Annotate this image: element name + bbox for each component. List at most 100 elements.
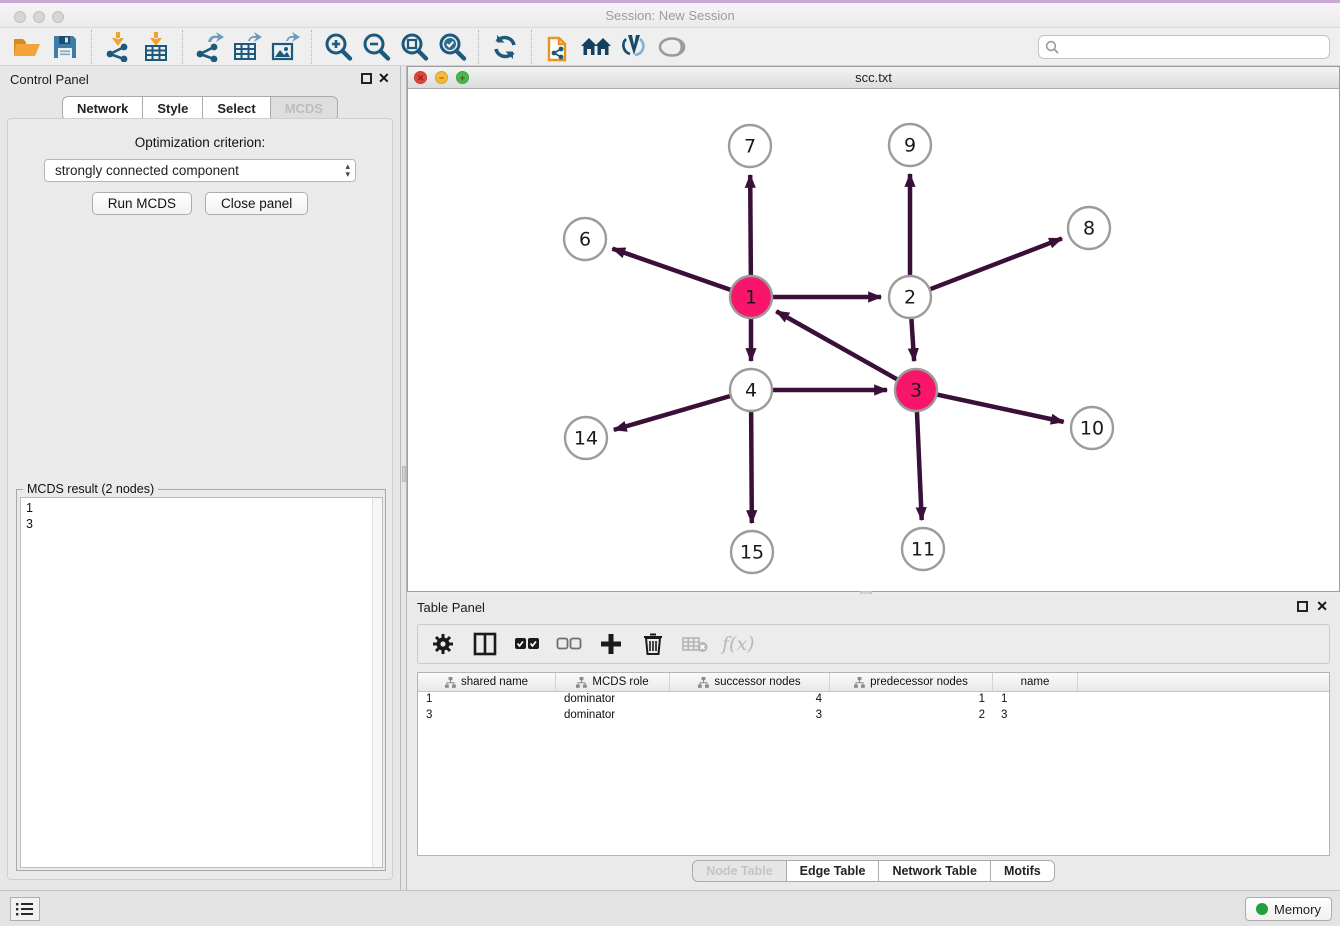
table-cell[interactable]: 3 (418, 708, 556, 724)
tab-node-table[interactable]: Node Table (692, 860, 786, 882)
tab-network-table[interactable]: Network Table (879, 860, 991, 882)
toolbar-separator (91, 30, 92, 64)
svg-text:8: 8 (1083, 218, 1095, 240)
graph-edge-2-3[interactable] (911, 319, 914, 361)
zoom-selected-icon[interactable] (435, 31, 469, 63)
search-input[interactable] (1038, 35, 1330, 59)
select-all-icon[interactable] (512, 629, 542, 659)
graph-node-14[interactable]: 14 (565, 417, 607, 459)
close-panel-icon[interactable]: ✕ (1316, 598, 1328, 614)
graph-edge-3-10[interactable] (938, 395, 1064, 422)
graph-edge-2-8[interactable] (931, 238, 1062, 289)
window-zoom-button[interactable] (52, 11, 64, 23)
table-cell[interactable]: dominator (556, 692, 670, 708)
show-hide-icon[interactable] (655, 31, 689, 63)
graph-node-9[interactable]: 9 (889, 124, 931, 166)
memory-label: Memory (1274, 902, 1321, 917)
close-panel-button[interactable]: Close panel (205, 192, 308, 215)
mcds-result-text[interactable]: 13 (20, 497, 383, 868)
deselect-all-icon[interactable] (554, 629, 584, 659)
window-close-button[interactable] (14, 11, 26, 23)
import-network-icon[interactable] (101, 31, 135, 63)
toolbar-separator (478, 30, 479, 64)
graph-edge-4-14[interactable] (614, 396, 730, 430)
refresh-icon[interactable] (488, 31, 522, 63)
export-table-icon[interactable] (230, 31, 264, 63)
network-file-icon[interactable] (541, 31, 575, 63)
table-header-row: shared name MCDS role successor nodesprede… (418, 673, 1329, 692)
open-session-icon[interactable] (10, 31, 44, 63)
window-minimize-button[interactable] (33, 11, 45, 23)
run-mcds-button[interactable]: Run MCDS (92, 192, 192, 215)
toolbar-separator (311, 30, 312, 64)
close-panel-icon[interactable]: ✕ (378, 70, 390, 86)
vizmapper-icon[interactable] (617, 31, 651, 63)
graph-edge-4-15[interactable] (751, 412, 752, 523)
optimization-criterion-label: Optimization criterion: (8, 135, 392, 150)
cyndex-home-icon[interactable] (579, 31, 613, 63)
table-row[interactable]: 1dominator411 (418, 692, 1329, 708)
table-row[interactable]: 3dominator323 (418, 708, 1329, 724)
float-panel-icon[interactable] (1297, 601, 1308, 612)
graph-node-4[interactable]: 4 (730, 369, 772, 411)
column-header-predecessor-nodes[interactable]: predecessor nodes (830, 673, 993, 691)
graph-node-2[interactable]: 2 (889, 276, 931, 318)
vertical-splitter-handle[interactable] (402, 466, 406, 482)
column-label: MCDS role (592, 676, 648, 688)
zoom-fit-icon[interactable] (397, 31, 431, 63)
graph-node-6[interactable]: 6 (564, 218, 606, 260)
network-minimize-button[interactable]: − (435, 71, 448, 84)
column-header-shared-name[interactable]: shared name (418, 673, 556, 691)
columns-icon[interactable] (470, 629, 500, 659)
gear-icon[interactable] (428, 629, 458, 659)
network-maximize-button[interactable]: + (456, 71, 469, 84)
result-scrollbar[interactable] (372, 498, 382, 867)
graph-node-7[interactable]: 7 (729, 125, 771, 167)
table-cell[interactable]: 2 (830, 708, 993, 724)
export-image-icon[interactable] (268, 31, 302, 63)
tab-edge-table[interactable]: Edge Table (787, 860, 880, 882)
chevron-up-down-icon: ▴▾ (345, 162, 350, 178)
delete-table-icon[interactable] (680, 629, 710, 659)
graph-node-10[interactable]: 10 (1071, 407, 1113, 449)
table-cell[interactable]: 4 (670, 692, 830, 708)
graph-edge-1-7[interactable] (750, 175, 751, 275)
network-canvas[interactable]: 7 9 6 8 1 2 4 3 14 10 15 11 (408, 89, 1339, 591)
graph-edge-3-1[interactable] (776, 311, 897, 379)
column-header-MCDS-role[interactable]: MCDS role (556, 673, 670, 691)
graph-node-8[interactable]: 8 (1068, 207, 1110, 249)
criterion-select[interactable]: strongly connected component ▴▾ (44, 159, 356, 182)
table-cell[interactable]: dominator (556, 708, 670, 724)
graph-node-3[interactable]: 3 (895, 369, 937, 411)
float-panel-icon[interactable] (361, 73, 372, 84)
zoom-out-icon[interactable] (359, 31, 393, 63)
import-table-icon[interactable] (139, 31, 173, 63)
column-header-successor-nodes[interactable]: successor nodes (670, 673, 830, 691)
svg-text:15: 15 (740, 542, 764, 564)
table-cell[interactable]: 3 (993, 708, 1078, 724)
graph-edge-3-11[interactable] (917, 412, 922, 520)
export-network-icon[interactable] (192, 31, 226, 63)
function-icon[interactable]: f(x) (722, 633, 755, 655)
column-type-icon (854, 677, 865, 688)
zoom-in-icon[interactable] (321, 31, 355, 63)
task-history-button[interactable] (10, 897, 40, 921)
table-cell[interactable]: 1 (418, 692, 556, 708)
table-cell[interactable]: 1 (830, 692, 993, 708)
delete-icon[interactable] (638, 629, 668, 659)
add-icon[interactable] (596, 629, 626, 659)
graph-node-15[interactable]: 15 (731, 531, 773, 573)
save-session-icon[interactable] (48, 31, 82, 63)
network-close-button[interactable]: ✕ (414, 71, 427, 84)
table-cell[interactable]: 1 (993, 692, 1078, 708)
table-cell[interactable]: 3 (670, 708, 830, 724)
graph-edge-1-6[interactable] (612, 249, 730, 290)
network-window-titlebar[interactable]: ✕ − + scc.txt (408, 67, 1339, 89)
graph-node-11[interactable]: 11 (902, 528, 944, 570)
tab-motifs[interactable]: Motifs (991, 860, 1055, 882)
column-header-name[interactable]: name (993, 673, 1078, 691)
memory-button[interactable]: Memory (1245, 897, 1332, 921)
graph-node-1[interactable]: 1 (730, 276, 772, 318)
vertical-splitter[interactable] (400, 66, 407, 890)
svg-text:11: 11 (911, 539, 935, 561)
